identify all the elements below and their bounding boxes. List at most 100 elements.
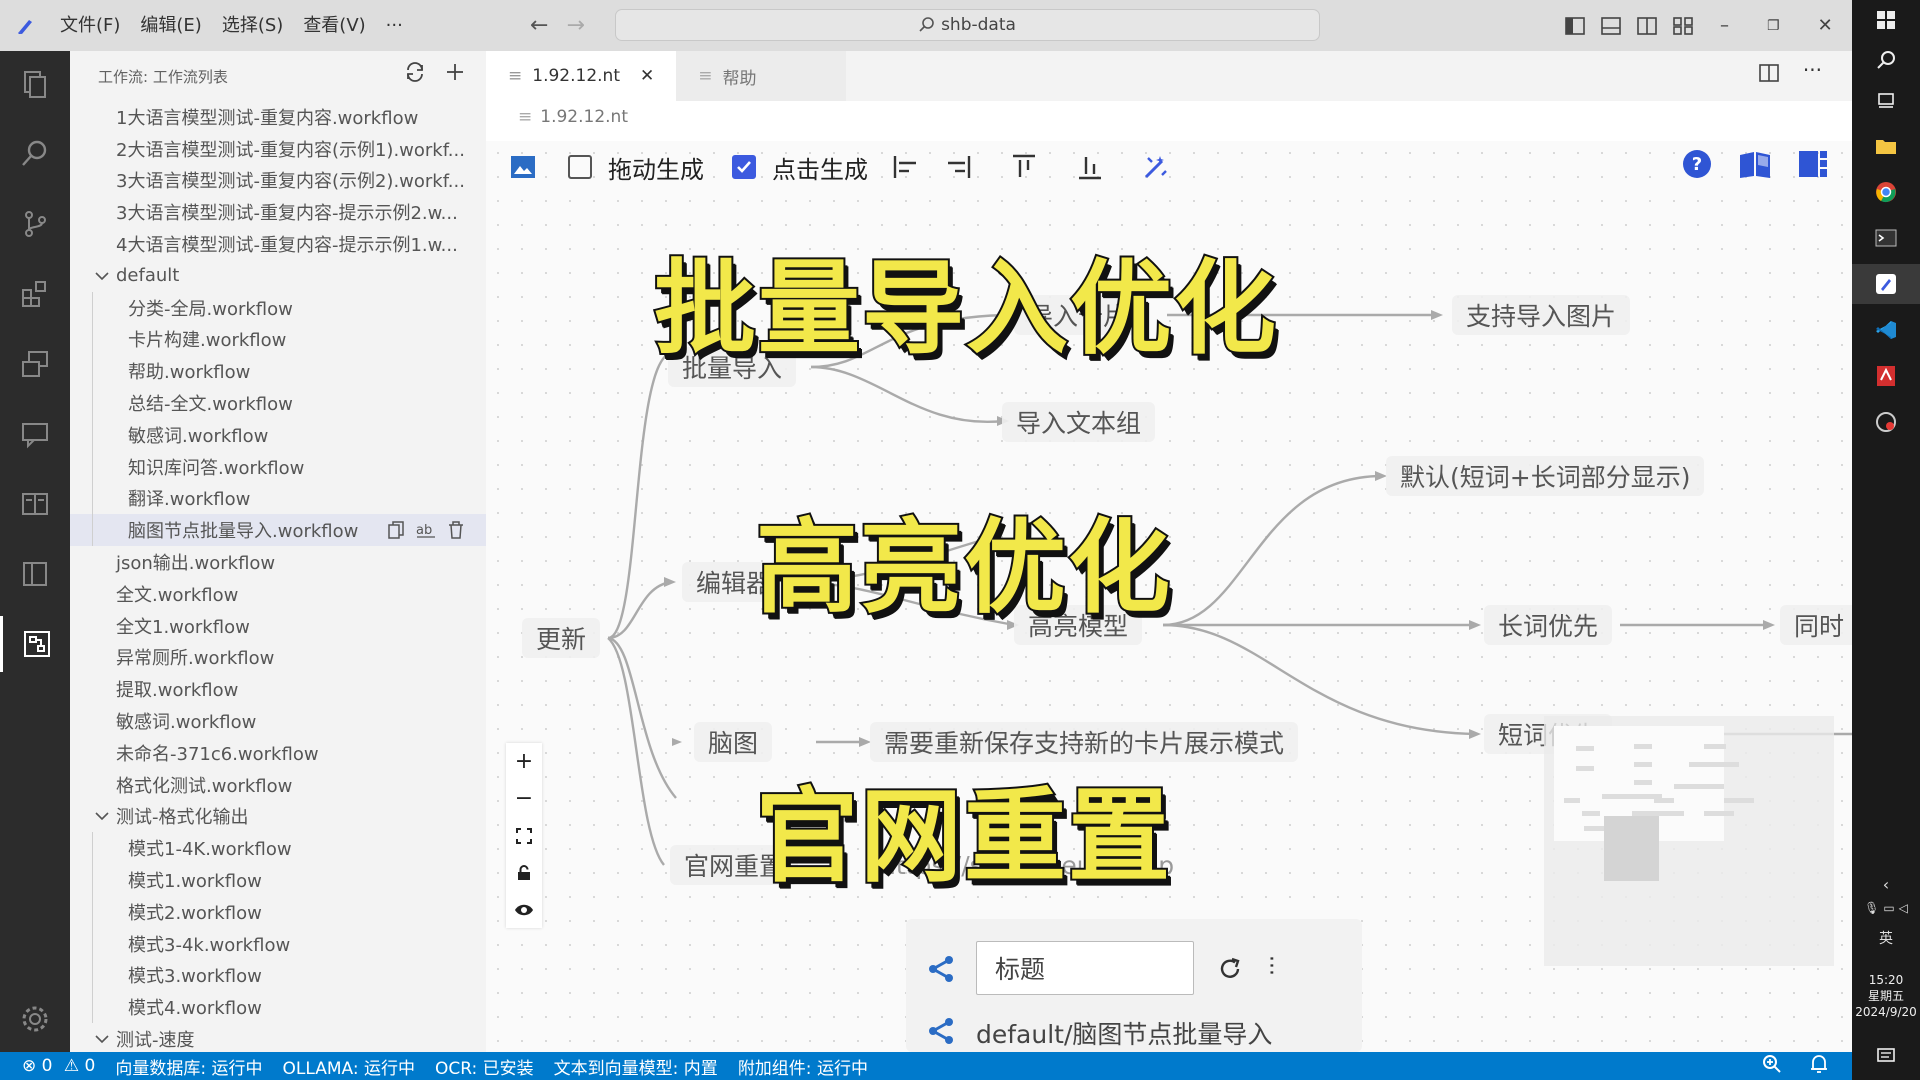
close-window-icon[interactable]: ✕: [1818, 15, 1833, 36]
tree-item[interactable]: 敏感词.workflow: [70, 705, 486, 737]
taskbar-clock[interactable]: 15:20 星期五 2024/9/20: [1852, 972, 1920, 1020]
ime-indicator[interactable]: 英: [1852, 926, 1920, 950]
back-arrow-icon[interactable]: ←: [530, 13, 548, 38]
tray-chevron-icon[interactable]: ‹: [1852, 872, 1920, 896]
tree-item[interactable]: 翻译.workflow: [70, 482, 486, 515]
settings-gear-icon[interactable]: [0, 991, 70, 1047]
more-actions-icon[interactable]: ···: [1803, 60, 1822, 83]
book-icon[interactable]: [0, 476, 70, 532]
tree-item[interactable]: 模式2.workflow: [70, 895, 486, 928]
fit-view-icon[interactable]: [506, 817, 542, 854]
menu-file[interactable]: 文件(F): [50, 0, 130, 51]
terminal-icon[interactable]: [1852, 218, 1920, 258]
tab-mindmap-file[interactable]: ≡ 1.92.12.nt ✕: [486, 51, 677, 101]
rename-icon[interactable]: ab: [416, 521, 436, 539]
task-view-icon[interactable]: [1852, 80, 1920, 120]
menu-select[interactable]: 选择(S): [212, 0, 293, 51]
tree-folder[interactable]: 测试-速度: [70, 1023, 486, 1052]
tab-help[interactable]: ≡ 帮助: [676, 51, 847, 101]
status-ollama[interactable]: OLLAMA: 运行中: [273, 1054, 425, 1079]
refresh-icon[interactable]: [404, 61, 426, 83]
tree-item[interactable]: 1大语言模型测试-重复内容.workflow: [70, 101, 486, 133]
tree-item[interactable]: 模式3-4k.workflow: [70, 927, 486, 960]
tree-item[interactable]: 卡片构建.workflow: [70, 323, 486, 356]
kebab-menu-icon[interactable]: ···: [1258, 955, 1283, 976]
extensions-icon[interactable]: [0, 266, 70, 322]
tree-folder[interactable]: default: [70, 260, 486, 292]
menu-more[interactable]: ···: [376, 0, 413, 51]
tree-item[interactable]: 模式1.workflow: [70, 864, 486, 896]
node-support-image[interactable]: 支持导入图片: [1452, 295, 1631, 335]
search-icon[interactable]: [0, 126, 70, 182]
pdf-reader-icon[interactable]: [1852, 356, 1920, 396]
status-embedding-model[interactable]: 文本到向量模型: 内置: [544, 1054, 728, 1079]
refresh-icon[interactable]: [1218, 957, 1242, 981]
breadcrumb-file[interactable]: 1.92.12.nt: [540, 107, 628, 127]
chat-icon[interactable]: [0, 406, 70, 462]
status-addons[interactable]: 附加组件: 运行中: [728, 1054, 878, 1079]
minimize-icon[interactable]: –: [1720, 15, 1729, 36]
toggle-panel-icon[interactable]: [1601, 16, 1621, 35]
toggle-sidebar-icon[interactable]: [1565, 16, 1585, 35]
search-icon[interactable]: [1852, 40, 1920, 80]
lock-icon[interactable]: [506, 854, 542, 891]
vscode-icon[interactable]: [1852, 310, 1920, 350]
eye-icon[interactable]: [506, 891, 542, 928]
tree-item[interactable]: 3大语言模型测试-重复内容-提示示例2.w...: [70, 196, 486, 228]
status-ocr[interactable]: OCR: 已安装: [425, 1054, 544, 1079]
share-node-icon[interactable]: [928, 955, 954, 983]
tree-item[interactable]: 2大语言模型测试-重复内容(示例1).workf...: [70, 133, 486, 165]
tree-item[interactable]: json输出.workflow: [70, 546, 486, 578]
title-input[interactable]: 标题: [976, 941, 1194, 995]
node-long-first[interactable]: 长词优先: [1484, 605, 1613, 645]
tree-item[interactable]: 模式1-4K.workflow: [70, 832, 486, 865]
tree-item[interactable]: 4大语言模型测试-重复内容-提示示例1.w...: [70, 228, 486, 260]
tray-icons[interactable]: 🎙 ▭ ◁: [1852, 896, 1920, 920]
mindmap-root-node[interactable]: 更新: [522, 618, 601, 658]
forward-arrow-icon[interactable]: →: [566, 13, 584, 38]
zoom-in-icon[interactable]: +: [506, 743, 542, 780]
notes-icon[interactable]: [0, 546, 70, 602]
file-explorer-icon[interactable]: [1852, 126, 1920, 166]
zoom-out-icon[interactable]: −: [506, 780, 542, 817]
problems-indicator[interactable]: ⊗ 0 ⚠ 0: [0, 1056, 105, 1076]
tree-item[interactable]: 异常厕所.workflow: [70, 642, 486, 674]
tree-item[interactable]: 模式3.workflow: [70, 959, 486, 992]
add-workflow-icon[interactable]: [444, 61, 466, 83]
tree-item[interactable]: 总结-全文.workflow: [70, 387, 486, 419]
tree-item[interactable]: 敏感词.workflow: [70, 418, 486, 451]
zoom-status-icon[interactable]: [1762, 1054, 1782, 1079]
tree-item[interactable]: 帮助.workflow: [70, 355, 486, 388]
tree-item[interactable]: 未命名-371c6.workflow: [70, 737, 486, 769]
close-tab-icon[interactable]: ✕: [640, 66, 654, 86]
tree-item[interactable]: 分类-全局.workflow: [70, 291, 486, 324]
explorer-icon[interactable]: [0, 56, 70, 112]
tree-item[interactable]: 模式4.workflow: [70, 991, 486, 1024]
node-same-time[interactable]: 同时: [1780, 605, 1859, 645]
toggle-secondary-sidebar-icon[interactable]: [1637, 16, 1657, 35]
notifications-bell-icon[interactable]: [1810, 1054, 1828, 1079]
minimap[interactable]: [1544, 716, 1834, 966]
trash-icon[interactable]: [448, 521, 464, 539]
windows-start-icon[interactable]: [1852, 0, 1920, 40]
copy-icon[interactable]: [388, 521, 404, 539]
tree-folder[interactable]: 测试-格式化输出: [70, 801, 486, 833]
chrome-icon[interactable]: [1852, 172, 1920, 212]
menu-view[interactable]: 查看(V): [293, 0, 375, 51]
status-vector-db[interactable]: 向量数据库: 运行中: [105, 1054, 272, 1079]
workflow-icon[interactable]: [0, 616, 70, 672]
tree-item[interactable]: 格式化测试.workflow: [70, 769, 486, 801]
customize-layout-icon[interactable]: [1673, 16, 1693, 35]
node-default-mode[interactable]: 默认(短词+长词部分显示): [1386, 456, 1705, 496]
screen-record-icon[interactable]: [1852, 402, 1920, 442]
notes-app-icon[interactable]: [1852, 264, 1920, 304]
remote-explorer-icon[interactable]: [0, 336, 70, 392]
tree-item[interactable]: 提取.workflow: [70, 673, 486, 705]
tree-item[interactable]: 脑图节点批量导入.workflow ab: [70, 514, 486, 547]
tree-item[interactable]: 全文.workflow: [70, 578, 486, 610]
restore-icon[interactable]: ❐: [1767, 18, 1780, 34]
mindmap-canvas[interactable]: 拖动生成 点击生成 ? 更新 批量导入 导入卡片 支持导入图片 导入文本组 编辑…: [486, 141, 1859, 1052]
split-editor-icon[interactable]: [1759, 63, 1779, 83]
node-import-text[interactable]: 导入文本组: [1002, 402, 1156, 442]
tree-item[interactable]: 知识库问答.workflow: [70, 450, 486, 483]
